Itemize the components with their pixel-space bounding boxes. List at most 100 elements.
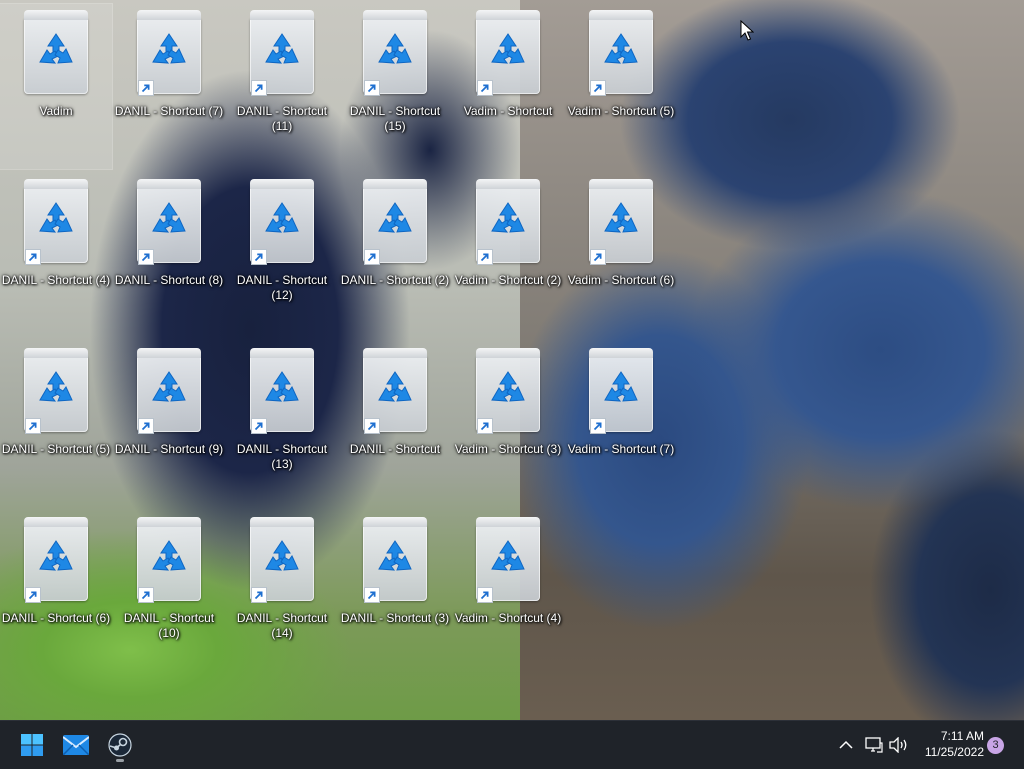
desktop-icon[interactable]: Vadim - Shortcut (4) — [452, 511, 564, 676]
shortcut-arrow-icon — [251, 249, 267, 265]
recycle-bin-icon — [361, 179, 429, 265]
recycle-symbol — [378, 33, 412, 64]
recycle-symbol — [604, 33, 638, 64]
desktop-icon[interactable]: Vadim - Shortcut (5) — [565, 4, 677, 169]
desktop-icon-label: DANIL - Shortcut (13) — [236, 442, 328, 471]
recycle-symbol — [152, 540, 186, 571]
mail-button[interactable] — [56, 725, 96, 765]
recycle-bin-icon — [587, 179, 655, 265]
desktop-icon-label: DANIL - Shortcut (7) — [114, 104, 224, 118]
desktop-icon[interactable]: DANIL - Shortcut (13) — [226, 342, 338, 507]
desktop-icon[interactable]: DANIL - Shortcut (11) — [226, 4, 338, 169]
recycle-bin-icon — [248, 517, 316, 603]
desktop-icon-label: Vadim - Shortcut — [463, 104, 553, 118]
desktop-icon-label: DANIL - Shortcut (10) — [123, 611, 215, 640]
desktop-icon-label: Vadim — [39, 104, 73, 118]
desktop-icon[interactable]: DANIL - Shortcut (4) — [0, 173, 112, 338]
shortcut-arrow-icon — [477, 587, 493, 603]
recycle-bin-icon — [474, 179, 542, 265]
desktop-icon[interactable]: DANIL - Shortcut (5) — [0, 342, 112, 507]
recycle-bin-icon — [587, 10, 655, 96]
desktop-icon-label: Vadim - Shortcut (6) — [567, 273, 675, 287]
volume-icon — [889, 737, 907, 753]
shortcut-arrow-icon — [25, 249, 41, 265]
notification-badge[interactable]: 3 — [987, 737, 1004, 754]
desktop-icon[interactable]: DANIL - Shortcut (9) — [113, 342, 225, 507]
desktop-icon[interactable]: Vadim - Shortcut (2) — [452, 173, 564, 338]
recycle-bin-icon — [248, 348, 316, 434]
recycle-bin-icon — [587, 348, 655, 434]
recycle-bin-icon — [22, 10, 90, 96]
running-indicator — [116, 759, 124, 762]
recycle-symbol — [491, 540, 525, 571]
desktop-icon[interactable]: DANIL - Shortcut (8) — [113, 173, 225, 338]
recycle-symbol — [265, 202, 299, 233]
desktop-icon-label: DANIL - Shortcut (6) — [1, 611, 111, 625]
desktop-icon-label: DANIL - Shortcut (5) — [1, 442, 111, 456]
desktop-icon[interactable]: DANIL - Shortcut (3) — [339, 511, 451, 676]
steam-button[interactable] — [100, 725, 140, 765]
recycle-symbol — [152, 371, 186, 402]
desktop-icon-label: DANIL - Shortcut (11) — [236, 104, 328, 133]
recycle-bin-icon — [361, 517, 429, 603]
desktop-icon[interactable]: DANIL - Shortcut (7) — [113, 4, 225, 169]
recycle-bin-icon — [361, 348, 429, 434]
desktop-icon[interactable]: DANIL - Shortcut (10) — [113, 511, 225, 676]
desktop-icon[interactable]: DANIL - Shortcut (2) — [339, 173, 451, 338]
shortcut-arrow-icon — [251, 587, 267, 603]
recycle-symbol — [39, 540, 73, 571]
desktop-icon-label: DANIL - Shortcut (3) — [340, 611, 450, 625]
desktop-icon[interactable]: Vadim - Shortcut (7) — [565, 342, 677, 507]
chevron-up-icon — [839, 740, 853, 749]
shortcut-arrow-icon — [138, 587, 154, 603]
desktop-icon-label: Vadim - Shortcut (4) — [454, 611, 562, 625]
recycle-symbol — [378, 202, 412, 233]
desktop-icon-label: Vadim - Shortcut (7) — [567, 442, 675, 456]
clock-time: 7:11 AM — [940, 729, 984, 743]
recycle-symbol — [265, 540, 299, 571]
recycle-bin-icon — [135, 517, 203, 603]
desktop-icon[interactable]: DANIL - Shortcut (12) — [226, 173, 338, 338]
desktop-icon-label: Vadim - Shortcut (5) — [567, 104, 675, 118]
recycle-bin-icon — [135, 10, 203, 96]
desktop-icon-label: Vadim - Shortcut (3) — [454, 442, 562, 456]
desktop-icon[interactable]: DANIL - Shortcut (14) — [226, 511, 338, 676]
desktop-icon[interactable]: Vadim — [0, 3, 113, 170]
shortcut-arrow-icon — [251, 80, 267, 96]
shortcut-arrow-icon — [477, 418, 493, 434]
recycle-bin-icon — [135, 348, 203, 434]
shortcut-arrow-icon — [590, 80, 606, 96]
shortcut-arrow-icon — [590, 418, 606, 434]
recycle-symbol — [152, 33, 186, 64]
recycle-symbol — [39, 371, 73, 402]
recycle-bin-icon — [22, 179, 90, 265]
recycle-bin-icon — [474, 348, 542, 434]
recycle-symbol — [491, 202, 525, 233]
network-icon — [865, 737, 883, 753]
desktop-icon-label: DANIL - Shortcut (8) — [114, 273, 224, 287]
shortcut-arrow-icon — [364, 418, 380, 434]
desktop-icon[interactable]: Vadim - Shortcut (6) — [565, 173, 677, 338]
network-button[interactable] — [862, 733, 886, 757]
recycle-bin-icon — [22, 348, 90, 434]
clock-date: 11/25/2022 — [924, 745, 984, 759]
desktop-icon[interactable]: Vadim - Shortcut (3) — [452, 342, 564, 507]
desktop-icon-label: DANIL - Shortcut (14) — [236, 611, 328, 640]
recycle-symbol — [39, 33, 73, 64]
shortcut-arrow-icon — [25, 587, 41, 603]
desktop-icon[interactable]: DANIL - Shortcut (6) — [0, 511, 112, 676]
recycle-symbol — [378, 371, 412, 402]
volume-button[interactable] — [887, 733, 911, 757]
desktop-icon[interactable]: DANIL - Shortcut — [339, 342, 451, 507]
taskbar: 7:11 AM 11/25/2022 3 — [0, 720, 1024, 769]
shortcut-arrow-icon — [138, 418, 154, 434]
show-hidden-icons-button[interactable] — [834, 733, 858, 757]
recycle-bin-icon — [135, 179, 203, 265]
clock-button[interactable]: 7:11 AM 11/25/2022 — [912, 728, 984, 760]
desktop-icon[interactable]: DANIL - Shortcut (15) — [339, 4, 451, 169]
shortcut-arrow-icon — [477, 80, 493, 96]
recycle-bin-icon — [361, 10, 429, 96]
start-button[interactable] — [12, 725, 52, 765]
desktop-icon[interactable]: Vadim - Shortcut — [452, 4, 564, 169]
desktop-icon-label: DANIL - Shortcut (2) — [340, 273, 450, 287]
